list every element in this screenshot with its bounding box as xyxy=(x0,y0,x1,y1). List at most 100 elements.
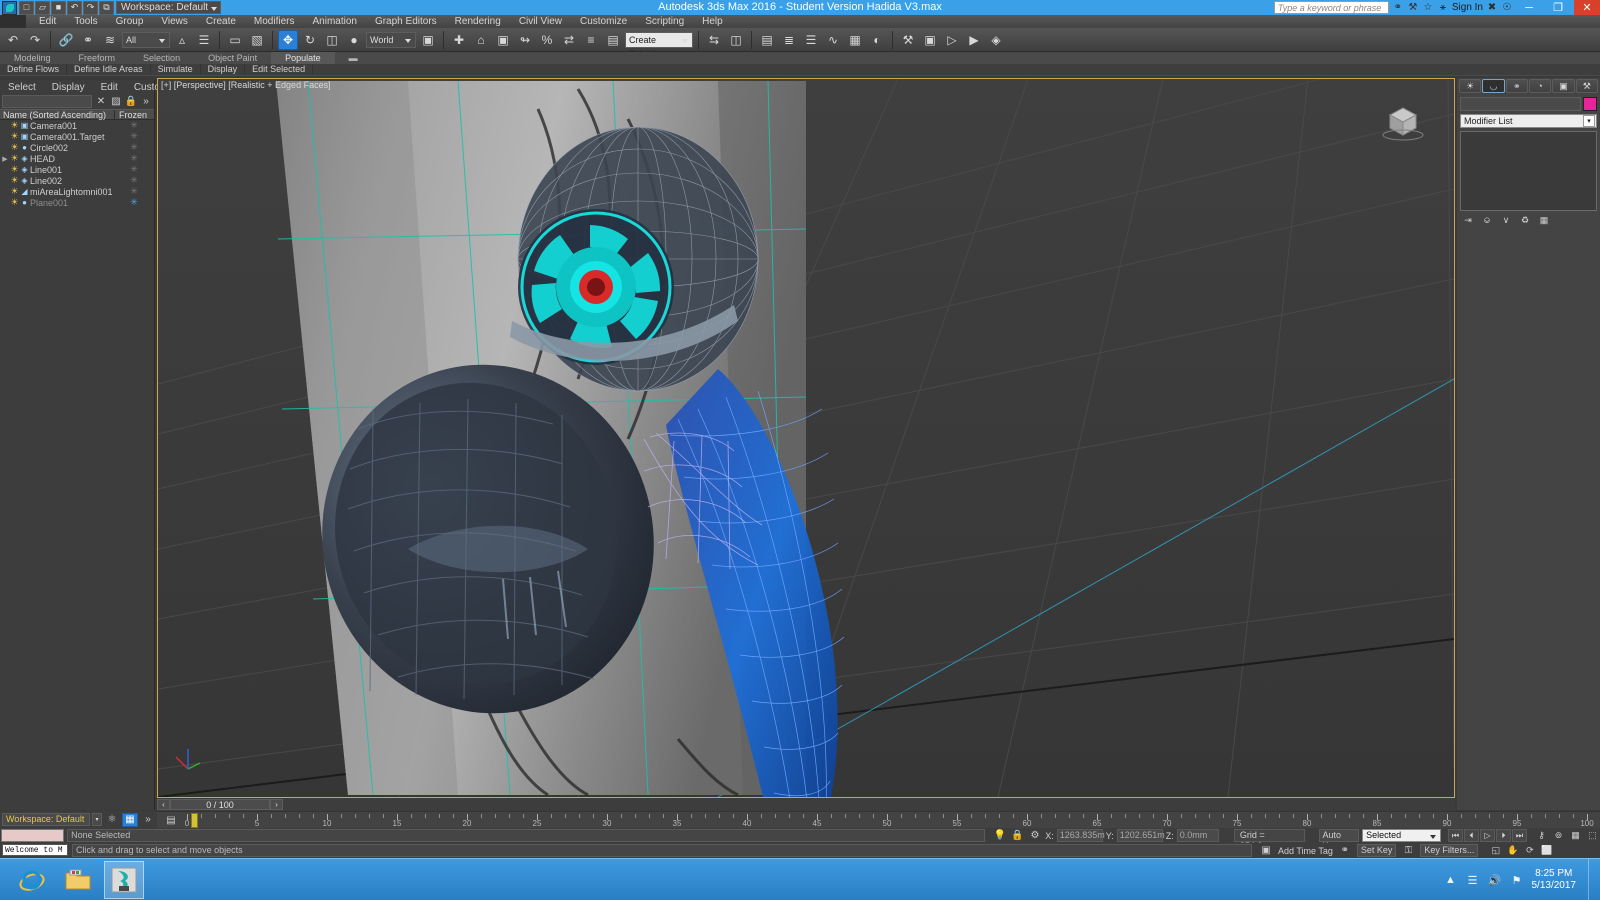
select-and-scale-icon[interactable]: ◫ xyxy=(322,30,342,50)
table-row[interactable]: ☀ ◈ Line002 ✳ xyxy=(0,175,154,186)
new-file-icon[interactable]: □ xyxy=(19,0,34,15)
ribbon-tab-populate[interactable]: Populate xyxy=(271,52,335,64)
frozen-toggle-icon[interactable]: ✳ xyxy=(114,131,154,142)
explorer-menu-select[interactable]: Select xyxy=(0,82,44,93)
select-and-link-icon[interactable]: 🔗 xyxy=(56,30,76,50)
percent-snap-icon[interactable]: % xyxy=(537,30,557,50)
track-bar[interactable]: ▤ 0 5 10 15 20 25 30 35 40 45 50 55 60 65 70 75 80 85 90 95… xyxy=(157,811,1600,828)
zoom-all-icon[interactable]: ▦ xyxy=(1568,829,1583,843)
y-coord-field[interactable]: 1202.651m xyxy=(1116,829,1165,842)
minimize-button[interactable]: ─ xyxy=(1516,0,1542,15)
menu-item-create[interactable]: Create xyxy=(197,15,245,28)
scene-explorer-toggle-icon[interactable]: ▦ xyxy=(122,812,138,827)
table-row[interactable]: ☀ ▣ Camera001 ✳ xyxy=(0,120,154,131)
create-tab[interactable]: ☀ xyxy=(1459,79,1482,93)
time-slider[interactable]: ‹ 0 / 100 › xyxy=(157,798,1455,811)
zoom-icon[interactable]: ⊚ xyxy=(1551,829,1566,843)
redo-icon[interactable]: ↷ xyxy=(83,0,98,15)
internet-explorer-taskbar-icon[interactable] xyxy=(12,861,52,899)
light-bulb-icon[interactable]: ☀ xyxy=(10,186,19,197)
adaptive-degradation-icon[interactable]: ⚙ xyxy=(1028,829,1043,843)
render-iterative-icon[interactable]: ▶ xyxy=(964,30,984,50)
ribbon-tab-selection[interactable]: Selection xyxy=(129,52,194,64)
key-filter-selected-combo[interactable]: Selected xyxy=(1362,829,1441,842)
pin-stack-icon[interactable]: ⇥ xyxy=(1460,213,1476,227)
table-row[interactable]: ☀ ▣ Camera001.Target ✳ xyxy=(0,131,154,142)
ribbon-item-display[interactable]: Display xyxy=(201,64,246,75)
menu-item-animation[interactable]: Animation xyxy=(303,15,365,28)
remove-modifier-icon[interactable]: ♻ xyxy=(1517,213,1533,227)
frozen-toggle-icon[interactable]: ✳ xyxy=(114,153,154,164)
light-bulb-icon[interactable]: ☀ xyxy=(10,175,19,186)
motion-tab[interactable]: ◔ xyxy=(1528,79,1552,93)
show-end-result-icon[interactable]: ⎉ xyxy=(1479,213,1495,227)
help-search-icon[interactable]: ⚒ xyxy=(1407,2,1419,14)
menu-item-rendering[interactable]: Rendering xyxy=(446,15,510,28)
ribbon-item-define-flows[interactable]: Define Flows xyxy=(0,64,68,75)
zoom-region-icon[interactable]: ◱ xyxy=(1488,844,1503,858)
restore-button[interactable]: ❐ xyxy=(1545,0,1571,15)
undo-icon[interactable]: ↶ xyxy=(67,0,82,15)
perspective-viewport[interactable]: ​ [+] [Perspective] [Realistic + Edged F… xyxy=(157,78,1455,798)
play-animation-button[interactable]: ▷ xyxy=(1480,829,1495,842)
application-menu-icon[interactable] xyxy=(2,0,17,15)
absolute-relative-mode-icon[interactable]: 🔒 xyxy=(1010,829,1025,843)
explorer-menu-edit[interactable]: Edit xyxy=(93,82,126,93)
select-and-move-icon[interactable]: ✥ xyxy=(278,29,298,50)
next-frame-arrow[interactable]: › xyxy=(270,799,283,810)
add-time-tag-label[interactable]: Add Time Tag xyxy=(1278,846,1333,856)
menu-item-edit[interactable]: Edit xyxy=(30,15,65,28)
toggle-scene-explorer-icon[interactable]: ▤ xyxy=(757,30,777,50)
selection-lock-icon[interactable]: 💡 xyxy=(993,829,1008,843)
user-account-icon[interactable]: ⚹ xyxy=(1437,2,1449,14)
prev-frame-arrow[interactable]: ‹ xyxy=(157,799,170,810)
reference-coordinate-combo[interactable]: World xyxy=(366,31,416,48)
render-setup-icon[interactable]: ⚒ xyxy=(898,30,918,50)
frozen-toggle-icon[interactable]: ✳ xyxy=(114,175,154,186)
make-unique-icon[interactable]: ∨ xyxy=(1498,213,1514,227)
more-icon[interactable]: » xyxy=(140,813,156,827)
scene-explorer-find-input[interactable] xyxy=(2,95,92,108)
frozen-toggle-icon[interactable]: ✳ xyxy=(114,142,154,153)
ribbon-overflow-icon[interactable]: ▬ xyxy=(335,52,372,64)
expand-panel-icon[interactable]: » xyxy=(140,96,152,108)
menu-item-customize[interactable]: Customize xyxy=(571,15,636,28)
select-and-place-icon[interactable]: ● xyxy=(344,30,364,50)
rendered-frame-window-icon[interactable]: ▣ xyxy=(920,30,940,50)
menu-item-modifiers[interactable]: Modifiers xyxy=(245,15,304,28)
frozen-toggle-icon[interactable]: ✳ xyxy=(114,186,154,197)
find-options-icon[interactable]: ▨ xyxy=(110,96,122,108)
mirror-icon[interactable]: ▣ xyxy=(493,30,513,50)
ribbon-tab-modeling[interactable]: Modeling xyxy=(0,52,65,64)
explorer-menu-display[interactable]: Display xyxy=(44,82,93,93)
expand-arrow-icon[interactable]: ▶ xyxy=(0,155,10,163)
frozen-toggle-icon[interactable]: ✳ xyxy=(114,197,154,208)
curve-editor-icon[interactable]: ∿ xyxy=(823,30,843,50)
modifier-stack[interactable] xyxy=(1460,131,1597,211)
ribbon-tab-object-paint[interactable]: Object Paint xyxy=(194,52,271,64)
window-crossing-toggle-icon[interactable]: ▧ xyxy=(247,30,267,50)
select-object-icon[interactable]: ▵ xyxy=(172,30,192,50)
favorites-icon[interactable]: ☆ xyxy=(1422,2,1434,14)
autodesk-exchange-icon[interactable]: ⚭ xyxy=(1392,2,1404,14)
frozen-toggle-icon[interactable]: ✳ xyxy=(114,164,154,175)
table-row[interactable]: ☀ ● Circle002 ✳ xyxy=(0,142,154,153)
light-bulb-icon[interactable]: ☀ xyxy=(10,131,19,142)
key-mode-toggle-icon[interactable]: ⚭ xyxy=(1337,844,1353,858)
table-row[interactable]: ☀ ◈ Line001 ✳ xyxy=(0,164,154,175)
sign-in-button[interactable]: Sign In xyxy=(1452,2,1483,13)
action-center-icon[interactable]: ⚑ xyxy=(1510,873,1524,887)
go-to-end-button[interactable]: ⏭ xyxy=(1512,829,1527,842)
ribbon-item-edit-selected[interactable]: Edit Selected xyxy=(245,64,314,75)
menu-item-help[interactable]: Help xyxy=(693,15,732,28)
workspace-selector[interactable]: Workspace: Default xyxy=(116,1,222,14)
active-shade-icon[interactable]: ◈ xyxy=(986,30,1006,50)
search-input[interactable]: Type a keyword or phrase xyxy=(1273,1,1389,14)
configure-modifier-sets-icon[interactable]: ▦ xyxy=(1536,213,1552,227)
render-production-icon[interactable]: ▷ xyxy=(942,30,962,50)
rectangular-selection-region-icon[interactable]: ▭ xyxy=(225,30,245,50)
mirror-geometry-icon[interactable]: ⇆ xyxy=(704,30,724,50)
undo-scene-op-icon[interactable]: ↶ xyxy=(3,30,23,50)
align-icon[interactable]: ≡ xyxy=(581,30,601,50)
ribbon-item-simulate[interactable]: Simulate xyxy=(151,64,201,75)
